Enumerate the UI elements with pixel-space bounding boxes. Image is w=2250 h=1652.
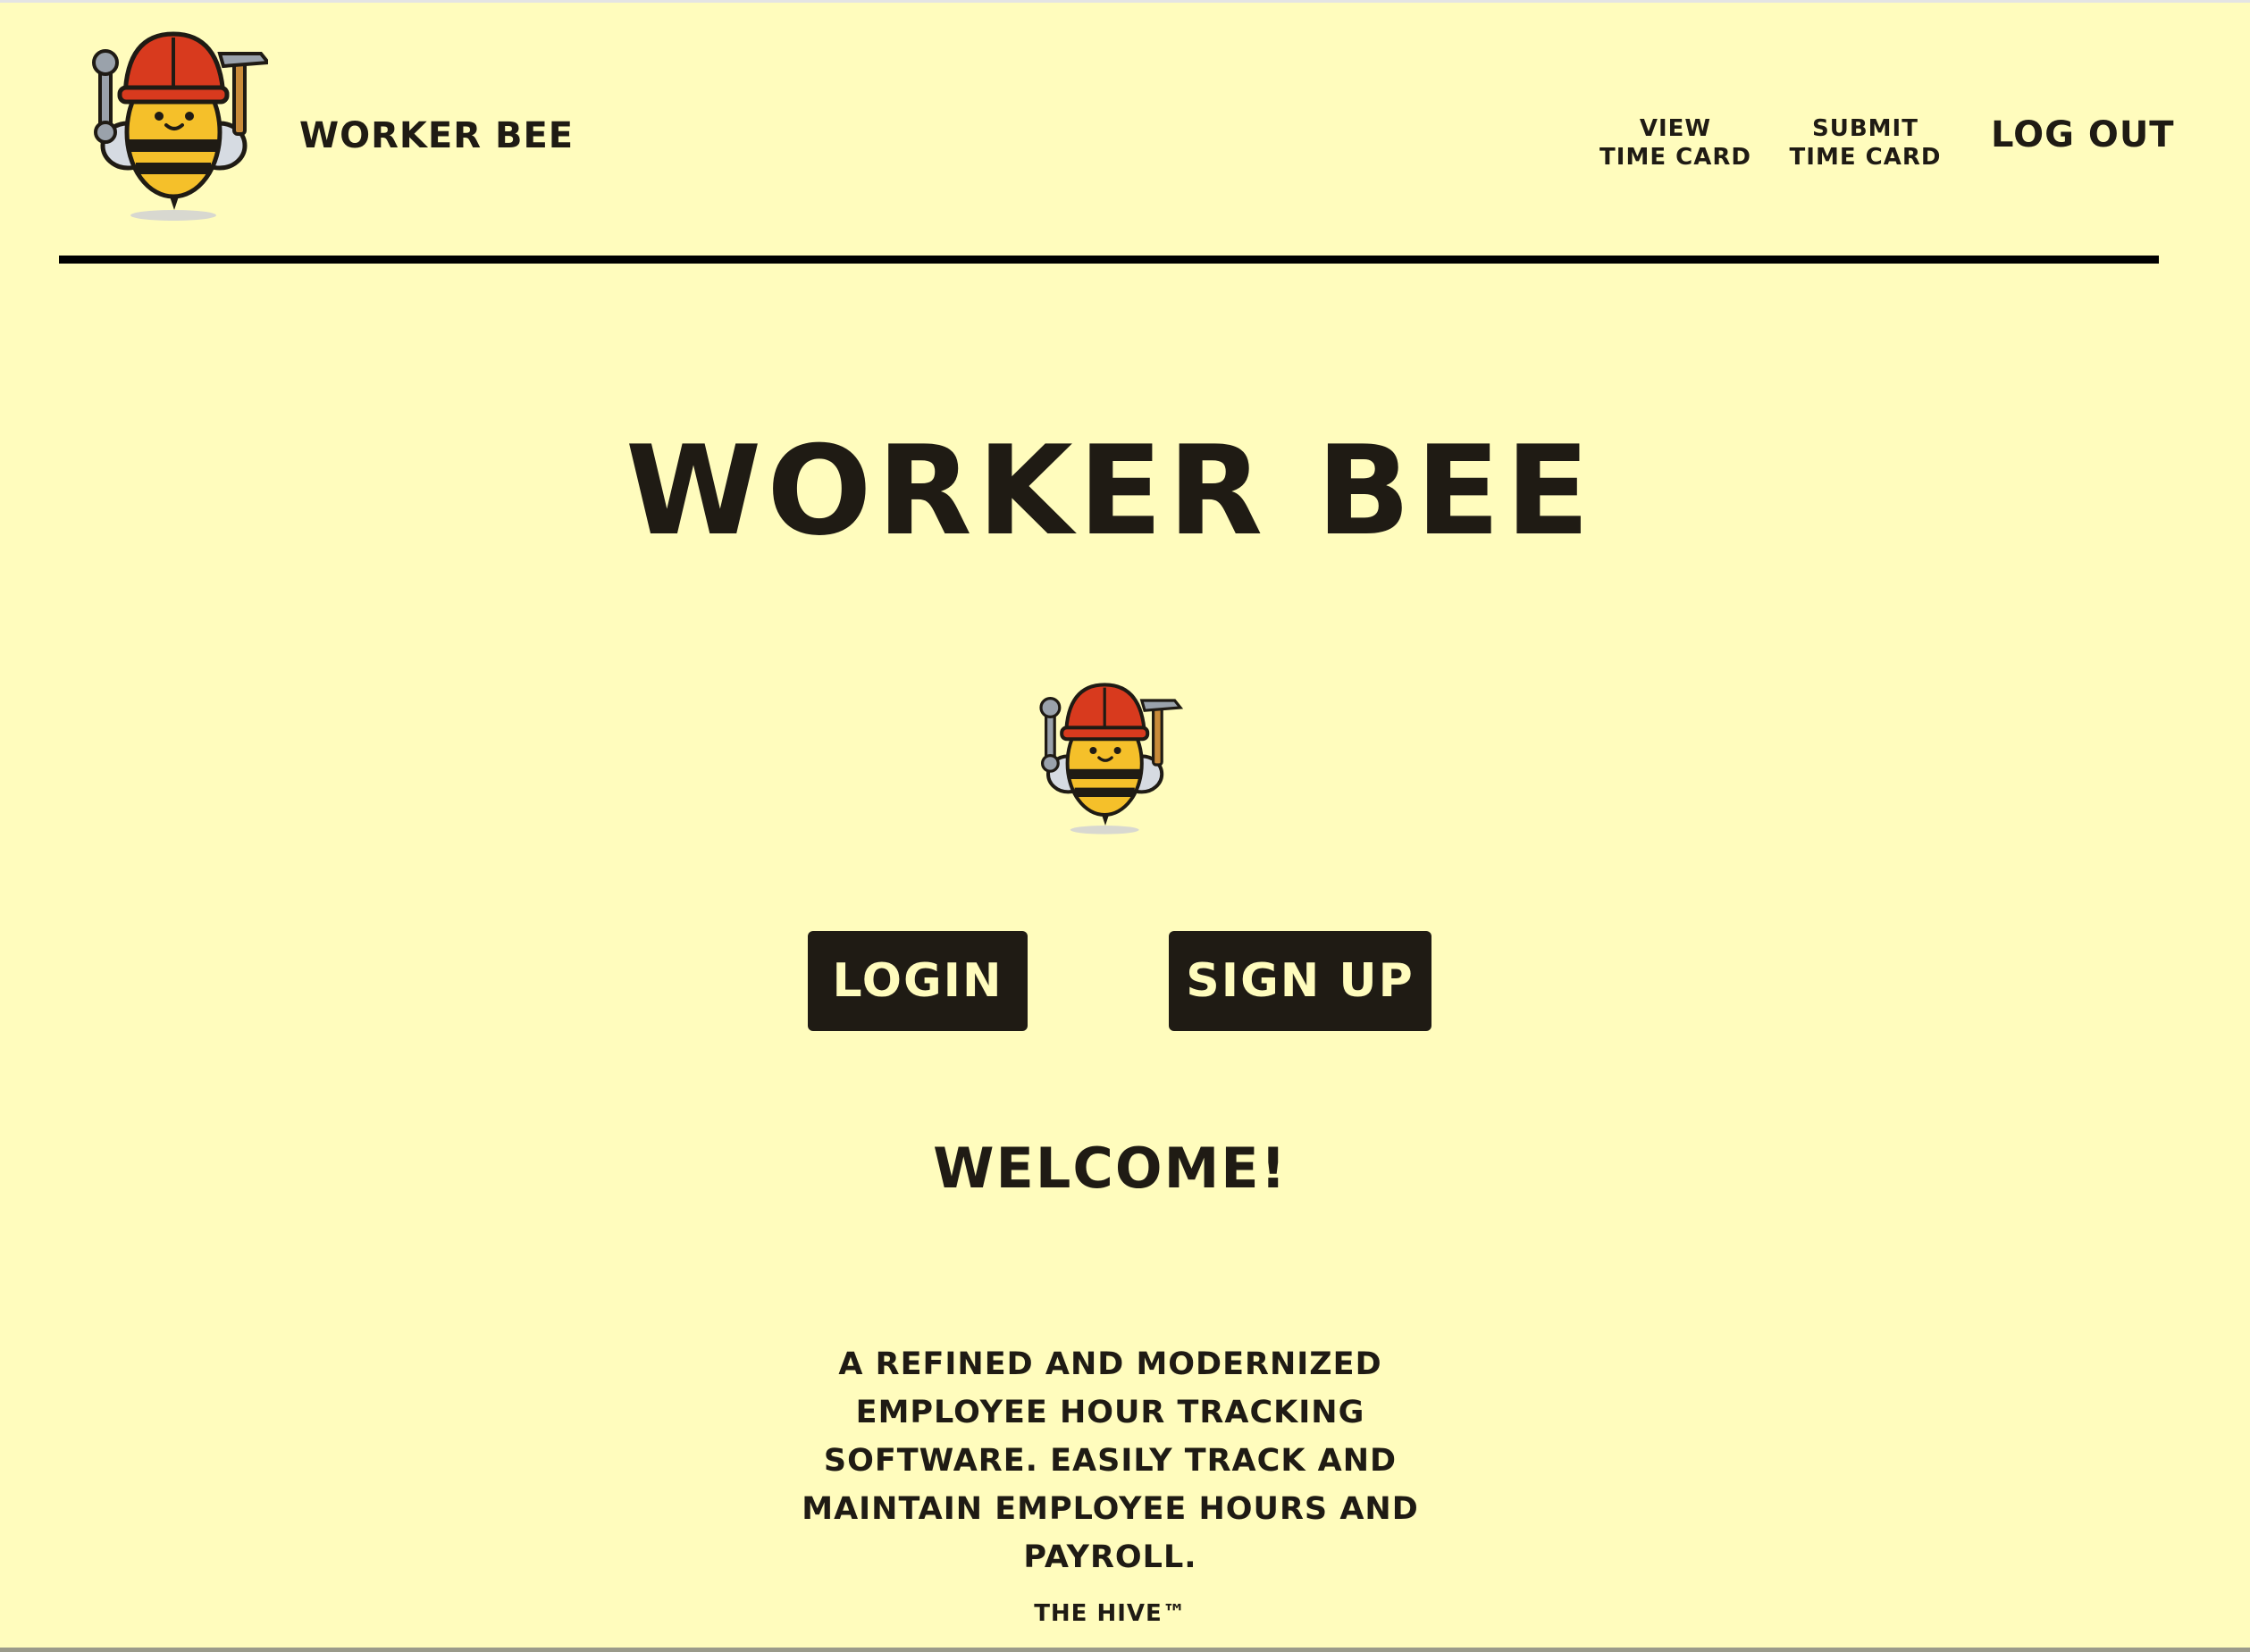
sign-up-button[interactable]: Sign Up [1169, 931, 1431, 1031]
welcome-heading: Welcome! [933, 1136, 1288, 1201]
nav-view-line2: Time Card [1599, 144, 1751, 171]
nav-submit-line1: Submit [1812, 115, 1918, 142]
window-bottom-border [0, 1648, 2250, 1652]
bee-mascot-icon [1035, 679, 1183, 840]
footer-text: The Hive™ [1034, 1600, 1187, 1627]
site-header: Worker Bee View Time Card Submit Time Ca… [0, 0, 2250, 268]
nav-view-line1: View [1639, 115, 1712, 142]
nav-view-time-card[interactable]: View Time Card [1599, 114, 1751, 172]
bee-logo-icon[interactable] [89, 27, 268, 228]
nav-submit-time-card[interactable]: Submit Time Card [1787, 114, 1944, 172]
description-text: A refined and modernized employee hour t… [802, 1346, 1419, 1575]
login-button[interactable]: Login [808, 931, 1028, 1031]
nav-log-out[interactable]: Log Out [1991, 114, 2174, 155]
page-title: Worker Bee [625, 419, 1596, 563]
header-divider [59, 256, 2159, 264]
brand-name[interactable]: Worker Bee [299, 116, 574, 155]
nav-submit-line2: Time Card [1789, 144, 1942, 171]
